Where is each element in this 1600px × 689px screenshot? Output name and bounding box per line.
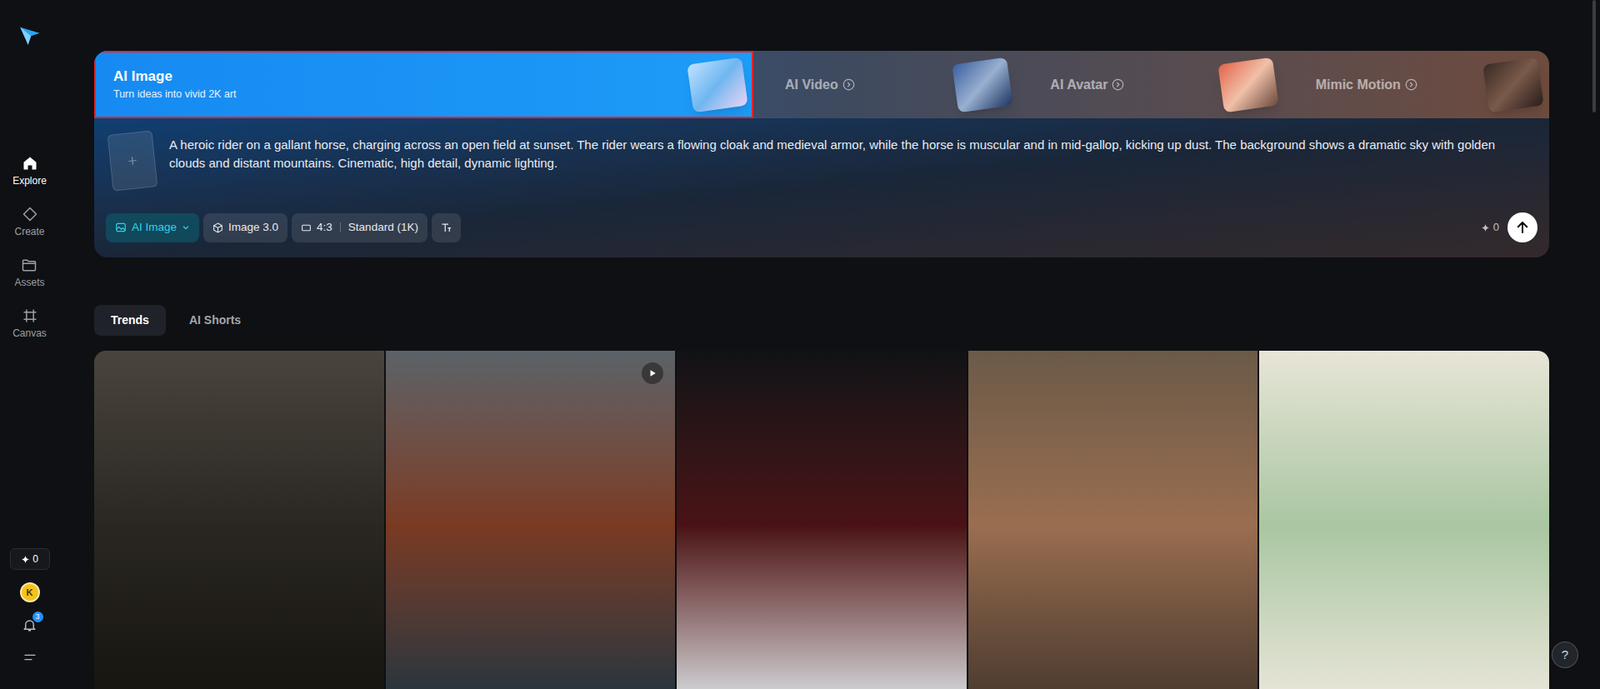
feature-banner: AI ImageTurn ideas into vivid 2K artAI V… [94, 50, 1550, 119]
folder-icon [20, 256, 38, 274]
ratio-icon [300, 222, 312, 234]
sidebar-item[interactable]: Explore [12, 155, 47, 187]
notification-badge: 3 [32, 611, 44, 623]
feature-thumbnail [1217, 56, 1279, 113]
prompt-panel: A heroic rider on a gallant horse, charg… [94, 118, 1550, 258]
gallery-item[interactable] [1259, 350, 1550, 689]
canvas-icon [21, 307, 39, 325]
dropdown-icon [181, 223, 190, 232]
content-tabs: TrendsAI Shorts [94, 305, 1550, 336]
arrow-up-icon [1515, 220, 1530, 235]
home-icon [21, 155, 39, 172]
scroll-thumb[interactable] [1592, 0, 1596, 113]
notifications-button[interactable]: 3 [20, 615, 40, 635]
feature-tab[interactable]: AI ImageTurn ideas into vivid 2K art [94, 50, 754, 119]
text-icon [440, 221, 453, 235]
content-tab[interactable]: AI Shorts [172, 305, 258, 336]
plus-icon [125, 154, 139, 167]
gallery [94, 350, 1550, 689]
sparkle-icon [20, 555, 30, 565]
generate-button[interactable] [1507, 212, 1538, 243]
text-style-button[interactable] [431, 213, 461, 243]
mode-select[interactable]: AI Image [105, 213, 200, 243]
cost-indicator: 0 [1480, 219, 1500, 236]
ratio-select[interactable]: 4:3Standard (1K) [291, 213, 428, 243]
prompt-input[interactable]: A heroic rider on a gallant horse, charg… [169, 135, 1521, 190]
feature-tab[interactable]: Mimic Motion [1284, 50, 1550, 119]
play-badge [641, 362, 664, 385]
sidebar-item[interactable]: Assets [14, 256, 45, 289]
feature-tab[interactable]: AI Avatar [1018, 50, 1284, 119]
feature-tab[interactable]: AI Video [753, 50, 1019, 119]
chevron-icon [1111, 78, 1125, 91]
gallery-item[interactable] [385, 350, 676, 689]
scrollbar[interactable] [1588, 0, 1600, 689]
sidebar-nav: Explore Create Assets Canvas [12, 155, 47, 340]
feature-thumbnail [1482, 56, 1544, 113]
chevron-icon [1405, 78, 1418, 91]
gallery-item[interactable] [676, 350, 967, 689]
main-content: AI ImageTurn ideas into vivid 2K artAI V… [59, 0, 1589, 689]
sidebar: Explore Create Assets Canvas 0 K 3 [0, 0, 60, 689]
credits-button[interactable]: 0 [10, 548, 50, 570]
chevron-icon [842, 78, 855, 91]
upload-reference[interactable] [107, 130, 159, 191]
content-tab[interactable]: Trends [94, 305, 166, 336]
play-icon [648, 369, 657, 378]
model-select[interactable]: Image 3.0 [203, 213, 288, 243]
menu-button[interactable] [20, 647, 40, 668]
feature-thumbnail [686, 56, 748, 113]
gallery-item[interactable] [94, 350, 385, 689]
sidebar-item[interactable]: Create [14, 205, 45, 238]
cube-icon [212, 222, 224, 234]
menu-icon [23, 650, 37, 665]
sparkle-icon [1480, 223, 1490, 233]
sidebar-item[interactable]: Canvas [12, 307, 47, 340]
highlight-outline [94, 50, 754, 119]
gallery-item[interactable] [968, 350, 1259, 689]
logo-icon[interactable] [18, 23, 42, 47]
avatar[interactable]: K [20, 582, 40, 603]
diamond-icon [21, 205, 39, 223]
help-button[interactable]: ? [1551, 641, 1579, 669]
image-mode-icon [115, 221, 127, 234]
feature-thumbnail [952, 56, 1014, 113]
